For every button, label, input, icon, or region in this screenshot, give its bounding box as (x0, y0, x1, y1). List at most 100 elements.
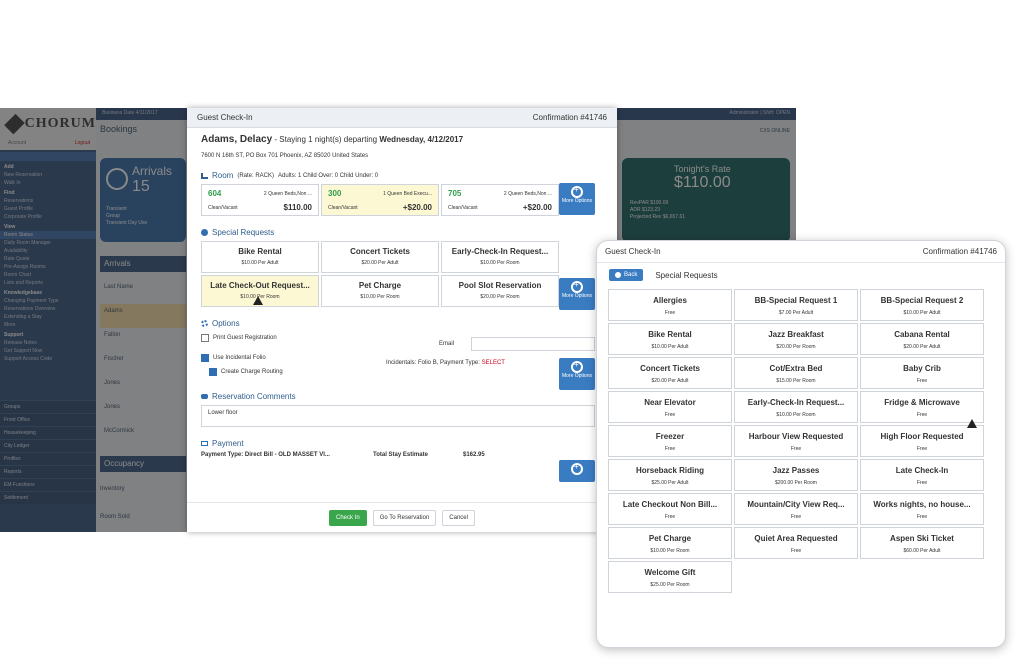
request-name: Jazz Breakfast (768, 330, 824, 339)
special-request-card[interactable]: Cot/Extra Bed $15.00 Per Room (734, 357, 858, 389)
special-request-card[interactable]: Early-Check-In Request... $10.00 Per Room (734, 391, 858, 423)
special-request-card[interactable]: Aspen Ski Ticket $60.00 Per Adult (860, 527, 984, 559)
special-request-card[interactable]: Harbour View Requested Free (734, 425, 858, 457)
sidebar-module[interactable]: Groups (0, 400, 96, 413)
charge-routing-checkbox[interactable] (209, 368, 217, 376)
sidebar-menu: Add New Reservation Walk In Find Reservation… (0, 163, 96, 363)
sidebar-module[interactable]: Reports (0, 465, 96, 478)
room-number: 604 (208, 189, 222, 198)
email-input[interactable] (471, 337, 595, 351)
special-request-card[interactable]: Jazz Breakfast $20.00 Per Room (734, 323, 858, 355)
sidebar-item[interactable]: Support (0, 331, 96, 339)
special-request-card[interactable]: Late Checkout Non Bill... Free (608, 493, 732, 525)
payment-type-select-link[interactable]: SELECT (482, 360, 505, 366)
sidebar-item[interactable]: Knowledgebase (0, 289, 96, 297)
table-row[interactable]: Jones (100, 400, 186, 424)
special-request-card[interactable]: BB-Special Request 2 $10.00 Per Adult (860, 289, 984, 321)
special-request-card[interactable]: Allergies Free (608, 289, 732, 321)
account-link[interactable]: Account (8, 140, 26, 150)
logo-diamond-icon (4, 113, 25, 135)
sidebar-item[interactable]: Room Chart (0, 271, 96, 279)
sidebar-item[interactable]: New Reservation (0, 171, 96, 179)
special-request-card[interactable]: Fridge & Microwave Free (860, 391, 984, 423)
print-registration-label: Print Guest Registration (213, 335, 277, 341)
room-more-options-button[interactable]: More Options (559, 183, 595, 215)
sidebar-module[interactable]: Front Office (0, 413, 96, 426)
rate-line: RevPAR $100.09 (630, 200, 669, 206)
sidebar-module[interactable]: Housekeeping (0, 426, 96, 439)
options-more-options-button[interactable]: More Options (559, 358, 595, 390)
go-to-reservation-button[interactable]: Go To Reservation (372, 509, 437, 526)
special-request-card[interactable]: Quiet Area Requested Free (734, 527, 858, 559)
special-request-card[interactable]: Jazz Passes $200.00 Per Room (734, 459, 858, 491)
sidebar-module[interactable]: EM Functions (0, 478, 96, 491)
logout-link[interactable]: Logout (75, 140, 90, 150)
request-price: $10.00 Per Adult (903, 310, 941, 316)
special-request-card[interactable]: Cabana Rental $20.00 Per Adult (860, 323, 984, 355)
special-request-card[interactable]: Bike Rental $10.00 Per Adult (608, 323, 732, 355)
sidebar-module[interactable]: City Ledger (0, 439, 96, 452)
special-request-card[interactable]: Near Elevator Free (608, 391, 732, 423)
special-request-option[interactable]: Pool Slot Reservation $20.00 Per Room (441, 275, 559, 307)
sidebar-item[interactable]: Room Status (0, 231, 96, 239)
special-request-card[interactable]: Concert Tickets $20.00 Per Adult (608, 357, 732, 389)
table-row[interactable]: Adams (100, 304, 186, 328)
sidebar-item[interactable]: More (0, 321, 96, 329)
table-row[interactable]: Fischer (100, 352, 186, 376)
sidebar-item[interactable]: Rate Quote (0, 255, 96, 263)
sidebar-item[interactable]: Extending a Stay (0, 313, 96, 321)
payment-more-button[interactable] (559, 460, 595, 482)
special-request-option[interactable]: Concert Tickets $20.00 Per Adult (321, 241, 439, 273)
special-more-options-button[interactable]: More Options (559, 278, 595, 310)
special-request-card[interactable]: Freezer Free (608, 425, 732, 457)
sidebar-module[interactable]: Settlement (0, 491, 96, 504)
sidebar-item[interactable]: Daily Room Manager (0, 239, 96, 247)
special-request-card[interactable]: Mountain/City View Req... Free (734, 493, 858, 525)
sidebar-module[interactable]: Profiles (0, 452, 96, 465)
room-option[interactable]: 604 2 Queen Beds,Non ... Clean/Vacant $110.… (201, 184, 319, 216)
sidebar-item[interactable]: Lists and Reports (0, 279, 96, 287)
special-request-option[interactable]: Early-Check-In Request... $10.00 Per Room (441, 241, 559, 273)
special-request-card[interactable]: Welcome Gift $25.00 Per Room (608, 561, 732, 593)
reservation-comment[interactable]: Lower floor (201, 405, 595, 427)
sidebar-item[interactable]: View (0, 223, 96, 231)
special-request-card[interactable]: BB-Special Request 1 $7.00 Per Adult (734, 289, 858, 321)
room-option[interactable]: 300 1 Queen Bed Execu... Clean/Vacant +$20.… (321, 184, 439, 216)
sidebar-item[interactable]: Get Support Now (0, 347, 96, 355)
request-price: $25.00 Per Room (650, 582, 690, 588)
special-request-card[interactable]: Baby Crib Free (860, 357, 984, 389)
room-option[interactable]: 705 2 Queen Beds,Non ... Clean/Vacant +$20.… (441, 184, 559, 216)
special-request-card[interactable]: Late Check-In Free (860, 459, 984, 491)
special-request-card[interactable]: High Floor Requested Free (860, 425, 984, 457)
sidebar-item[interactable]: Reservations (0, 197, 96, 205)
sidebar-item[interactable]: Guest Profile (0, 205, 96, 213)
sidebar-item[interactable]: Support Access Code (0, 355, 96, 363)
table-row[interactable]: McCormick (100, 424, 186, 448)
request-name: Bike Rental (238, 247, 282, 256)
sidebar-item[interactable]: Walk In (0, 179, 96, 187)
special-request-option[interactable]: Pet Charge $10.00 Per Room (321, 275, 439, 307)
back-button[interactable]: Back (609, 269, 644, 281)
sidebar-item[interactable]: Add (0, 163, 96, 171)
room-status: Clean/Vacant (208, 205, 238, 211)
sidebar-item[interactable]: Changing Payment Type (0, 297, 96, 305)
sidebar-item[interactable]: Release Notes (0, 339, 96, 347)
print-registration-checkbox[interactable] (201, 334, 209, 342)
sidebar-item[interactable]: Corporate Profile (0, 213, 96, 221)
check-in-button[interactable]: Check In (329, 509, 367, 526)
cancel-button[interactable]: Cancel (442, 509, 475, 526)
special-request-card[interactable]: Works nights, no house... Free (860, 493, 984, 525)
table-row[interactable]: Jones (100, 376, 186, 400)
sidebar-item[interactable]: Find (0, 189, 96, 197)
special-request-option[interactable]: Bike Rental $10.00 Per Adult (201, 241, 319, 273)
special-request-card[interactable]: Pet Charge $10.00 Per Room (608, 527, 732, 559)
special-request-card[interactable]: Horseback Riding $25.00 Per Adult (608, 459, 732, 491)
sidebar-item[interactable]: Availability (0, 247, 96, 255)
sidebar-item[interactable]: Pre-Assign Rooms (0, 263, 96, 271)
use-folio-checkbox[interactable] (201, 354, 209, 362)
sidebar-item[interactable]: Reservations Overview (0, 305, 96, 313)
table-row[interactable]: Fallon (100, 328, 186, 352)
room-occupancy: Adults: 1 Child Over: 0 Child Under: 0 (278, 172, 379, 179)
total-stay-label: Total Stay Estimate (373, 452, 428, 458)
arrivals-tile[interactable]: Arrivals 15 Transient Group Transient Da… (100, 158, 186, 242)
